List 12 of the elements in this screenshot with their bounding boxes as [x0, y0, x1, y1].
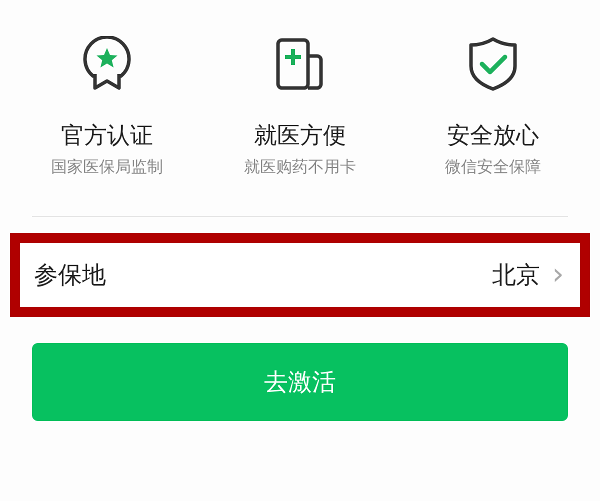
location-label: 参保地 [34, 260, 107, 291]
medical-card-icon [274, 36, 326, 92]
badge-star-icon [81, 36, 133, 92]
feature-title: 官方认证 [61, 122, 153, 151]
chevron-icon: › [552, 260, 564, 290]
feature-subtitle: 国家医保局监制 [51, 157, 163, 178]
feature-subtitle: 就医购药不用卡 [244, 157, 356, 178]
feature-title: 就医方便 [254, 122, 346, 151]
location-value: 北京 [492, 260, 540, 291]
feature-title: 安全放心 [447, 122, 539, 151]
shield-check-icon [467, 36, 519, 92]
feature-subtitle: 微信安全保障 [445, 157, 541, 178]
